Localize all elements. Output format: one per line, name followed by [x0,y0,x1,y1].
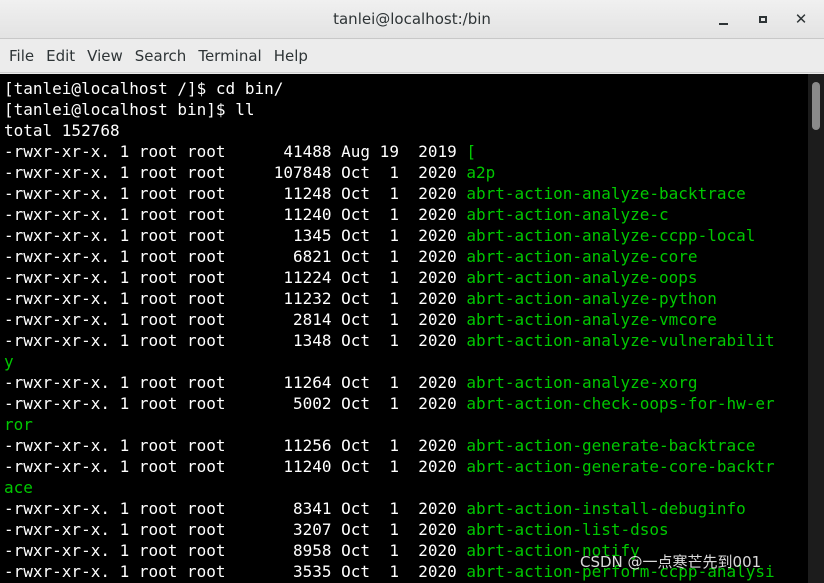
line-text: -rwxr-xr-x. 1 root root 11248 Oct 1 2020 [4,184,467,203]
line-text: -rwxr-xr-x. 1 root root 11240 Oct 1 2020 [4,457,467,476]
executable-name: abrt-action-analyze-c [466,205,669,224]
terminal-line: y [4,351,14,372]
line-text: -rwxr-xr-x. 1 root root 11232 Oct 1 2020 [4,289,467,308]
maximize-icon [759,15,767,23]
line-text: -rwxr-xr-x. 1 root root 1348 Oct 1 2020 [4,331,467,350]
terminal-line: -rwxr-xr-x. 1 root root 8341 Oct 1 2020 … [4,498,746,519]
line-text: -rwxr-xr-x. 1 root root 5002 Oct 1 2020 [4,394,467,413]
executable-name: abrt-action-analyze-xorg [466,373,698,392]
line-text: -rwxr-xr-x. 1 root root 3535 Oct 1 2020 [4,562,467,581]
line-text: -rwxr-xr-x. 1 root root 41488 Aug 19 201… [4,142,467,161]
executable-name: abrt-action-generate-core-backtr [466,457,775,476]
executable-name: y [4,352,14,371]
terminal-line: -rwxr-xr-x. 1 root root 8958 Oct 1 2020 … [4,540,640,561]
executable-name: abrt-action-generate-backtrace [466,436,756,455]
terminal-line: -rwxr-xr-x. 1 root root 2814 Oct 1 2020 … [4,309,717,330]
terminal-line: -rwxr-xr-x. 1 root root 11240 Oct 1 2020… [4,204,669,225]
menu-file[interactable]: File [3,43,40,69]
executable-name: abrt-action-analyze-vmcore [466,310,717,329]
terminal-line: -rwxr-xr-x. 1 root root 6821 Oct 1 2020 … [4,246,698,267]
terminal-line: [tanlei@localhost bin]$ ll [4,99,254,120]
minimize-icon [718,23,728,25]
title-bar[interactable]: tanlei@localhost:/bin ✕ [0,0,824,39]
executable-name: abrt-action-list-dsos [466,520,669,539]
terminal-line: -rwxr-xr-x. 1 root root 5002 Oct 1 2020 … [4,393,775,414]
line-text: -rwxr-xr-x. 1 root root 11224 Oct 1 2020 [4,268,467,287]
executable-name: abrt-action-analyze-core [466,247,698,266]
menu-search[interactable]: Search [129,43,193,69]
terminal-line: -rwxr-xr-x. 1 root root 11232 Oct 1 2020… [4,288,717,309]
menu-edit[interactable]: Edit [40,43,81,69]
executable-name: abrt-action-analyze-python [466,289,717,308]
line-text: -rwxr-xr-x. 1 root root 11240 Oct 1 2020 [4,205,467,224]
line-text: [tanlei@localhost /]$ cd bin/ [4,79,284,98]
scrollbar-thumb[interactable] [812,82,820,130]
terminal-line: -rwxr-xr-x. 1 root root 11224 Oct 1 2020… [4,267,698,288]
terminal-line: [tanlei@localhost /]$ cd bin/ [4,78,283,99]
terminal-line: total 152768 [4,120,120,141]
watermark: CSDN @一点寒芒先到001 [580,553,762,571]
executable-name: abrt-action-analyze-ccpp-local [466,226,756,245]
terminal-line: ace [4,477,33,498]
menu-help[interactable]: Help [268,43,314,69]
executable-name: abrt-action-analyze-vulnerabilit [466,331,775,350]
close-button[interactable]: ✕ [788,6,814,32]
executable-name: abrt-action-analyze-backtrace [466,184,746,203]
terminal-line: -rwxr-xr-x. 1 root root 11240 Oct 1 2020… [4,456,775,477]
executable-name: abrt-action-install-debuginfo [466,499,746,518]
minimize-button[interactable] [710,6,736,32]
executable-name: [ [466,142,477,161]
terminal-line: -rwxr-xr-x. 1 root root 107848 Oct 1 202… [4,162,495,183]
terminal-line: ror [4,414,33,435]
close-icon: ✕ [794,9,808,28]
window-title: tanlei@localhost:/bin [333,10,491,28]
line-text: -rwxr-xr-x. 1 root root 8341 Oct 1 2020 [4,499,467,518]
maximize-button[interactable] [750,6,776,32]
menu-view[interactable]: View [81,43,129,69]
line-text: -rwxr-xr-x. 1 root root 3207 Oct 1 2020 [4,520,467,539]
terminal-line: -rwxr-xr-x. 1 root root 41488 Aug 19 201… [4,141,476,162]
executable-name: a2p [466,163,496,182]
terminal-line: -rwxr-xr-x. 1 root root 11264 Oct 1 2020… [4,372,698,393]
line-text: [tanlei@localhost bin]$ ll [4,100,255,119]
terminal-line: -rwxr-xr-x. 1 root root 3207 Oct 1 2020 … [4,519,669,540]
line-text: -rwxr-xr-x. 1 root root 11264 Oct 1 2020 [4,373,467,392]
line-text: total 152768 [4,121,120,140]
line-text: -rwxr-xr-x. 1 root root 8958 Oct 1 2020 [4,541,467,560]
line-text: -rwxr-xr-x. 1 root root 107848 Oct 1 202… [4,163,467,182]
executable-name: abrt-action-check-oops-for-hw-er [466,394,775,413]
line-text: -rwxr-xr-x. 1 root root 1345 Oct 1 2020 [4,226,467,245]
menu-terminal[interactable]: Terminal [192,43,267,69]
terminal-output[interactable]: [tanlei@localhost /]$ cd bin/ [tanlei@loc… [0,74,808,583]
terminal-line: -rwxr-xr-x. 1 root root 11256 Oct 1 2020… [4,435,755,456]
executable-name: ror [4,415,33,434]
terminal-line: -rwxr-xr-x. 1 root root 11248 Oct 1 2020… [4,183,746,204]
terminal-line: -rwxr-xr-x. 1 root root 1348 Oct 1 2020 … [4,330,775,351]
line-text: -rwxr-xr-x. 1 root root 6821 Oct 1 2020 [4,247,467,266]
menu-bar: File Edit View Search Terminal Help [0,39,824,73]
executable-name: ace [4,478,33,497]
executable-name: abrt-action-analyze-oops [466,268,698,287]
line-text: -rwxr-xr-x. 1 root root 11256 Oct 1 2020 [4,436,467,455]
terminal-line: -rwxr-xr-x. 1 root root 1345 Oct 1 2020 … [4,225,755,246]
terminal-window: tanlei@localhost:/bin ✕ File Edit View S… [0,0,824,583]
line-text: -rwxr-xr-x. 1 root root 2814 Oct 1 2020 [4,310,467,329]
terminal-scrollbar[interactable] [808,74,824,583]
